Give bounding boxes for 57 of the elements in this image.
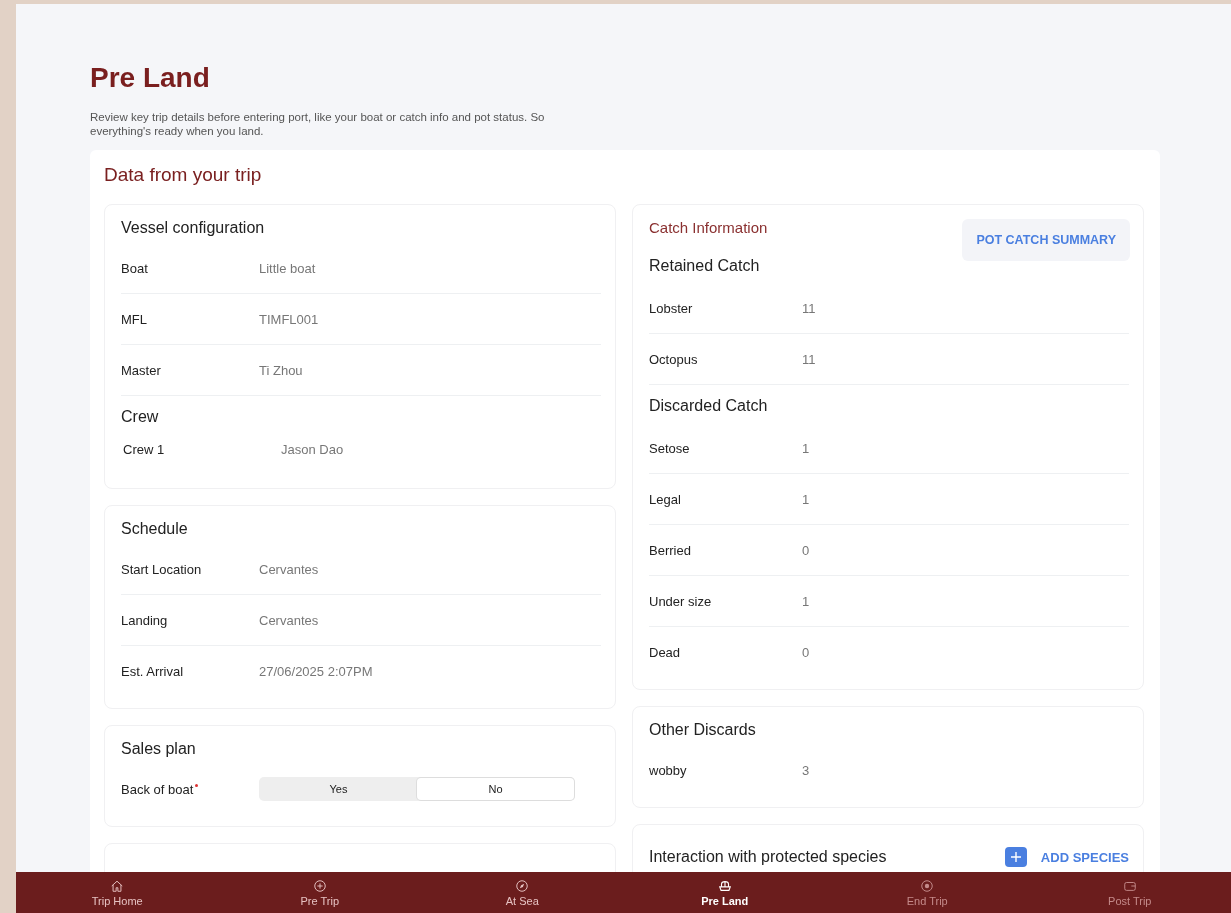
compass-icon bbox=[515, 878, 530, 893]
section-title: Vessel configuration bbox=[121, 219, 266, 237]
field-label: Est. Arrival bbox=[121, 663, 185, 679]
field-value: Cervantes bbox=[259, 612, 319, 628]
section-title: Interaction with protected species bbox=[649, 848, 887, 866]
add-species-button[interactable]: ADD SPECIES bbox=[1040, 849, 1129, 865]
field-value: 1 bbox=[802, 440, 810, 456]
segment-option[interactable]: Yes bbox=[260, 778, 417, 800]
field-label: Boat bbox=[121, 260, 149, 276]
field-value: Ti Zhou bbox=[259, 362, 303, 378]
section-title: Other Discards bbox=[649, 721, 757, 739]
nav-tab[interactable]: Pre Land bbox=[623, 872, 826, 913]
nav-tab[interactable]: Trip Home bbox=[16, 872, 219, 913]
field-value: 11 bbox=[802, 351, 816, 367]
field-value: TIMFL001 bbox=[259, 311, 319, 327]
page-title: Pre Land bbox=[90, 62, 211, 94]
add-icon[interactable] bbox=[1004, 847, 1027, 867]
field-value: Cervantes bbox=[259, 561, 319, 577]
record-icon bbox=[920, 878, 935, 893]
field-label: Under size bbox=[649, 593, 713, 609]
subsection-title: Discarded Catch bbox=[649, 397, 769, 415]
field-label: Dead bbox=[649, 644, 682, 660]
field-label: MFL bbox=[121, 311, 148, 327]
field-label: Crew 1 bbox=[123, 441, 166, 457]
field-label: Octopus bbox=[649, 351, 699, 367]
boat-icon bbox=[717, 878, 732, 893]
field-label: Lobster bbox=[649, 300, 694, 316]
field-label: Landing bbox=[121, 612, 169, 628]
summary-button[interactable]: POT CATCH SUMMARY bbox=[962, 219, 1130, 261]
field-value: Jason Dao bbox=[281, 441, 344, 457]
field-value: 27/06/2025 2:07PM bbox=[259, 663, 373, 679]
section-title: Catch Information bbox=[649, 219, 768, 236]
field-value: 0 bbox=[802, 644, 810, 660]
field-label: Start Location bbox=[121, 561, 203, 577]
nav-tab[interactable]: Pre Trip bbox=[218, 872, 421, 913]
subsection-title: Crew bbox=[121, 408, 160, 426]
section-title: Sales plan bbox=[121, 740, 197, 758]
plus-circle-icon bbox=[312, 878, 327, 893]
field-label: Back of boat bbox=[121, 781, 259, 797]
field-value: Little boat bbox=[259, 260, 316, 276]
field-value: 3 bbox=[802, 762, 810, 778]
field-label: Berried bbox=[649, 542, 692, 558]
field-label: Setose bbox=[649, 440, 691, 456]
home-icon bbox=[110, 878, 125, 893]
page-description: Review key trip details before entering port, like your boat or catch info and pot status. So everything's ready when you land. bbox=[90, 110, 546, 138]
field-value: 11 bbox=[802, 300, 816, 316]
segment-option[interactable]: No bbox=[417, 778, 574, 800]
section-title: Schedule bbox=[121, 520, 189, 538]
panel-title: Data from your trip bbox=[104, 164, 263, 186]
field-label: Legal bbox=[649, 491, 682, 507]
subsection-title: Retained Catch bbox=[649, 257, 761, 275]
field-label: wobby bbox=[649, 762, 688, 778]
field-value: 0 bbox=[802, 542, 810, 558]
nav-tab[interactable]: At Sea bbox=[421, 872, 624, 913]
field-value: 1 bbox=[802, 593, 810, 609]
field-value: 1 bbox=[802, 491, 810, 507]
field-label: Master bbox=[121, 362, 162, 378]
